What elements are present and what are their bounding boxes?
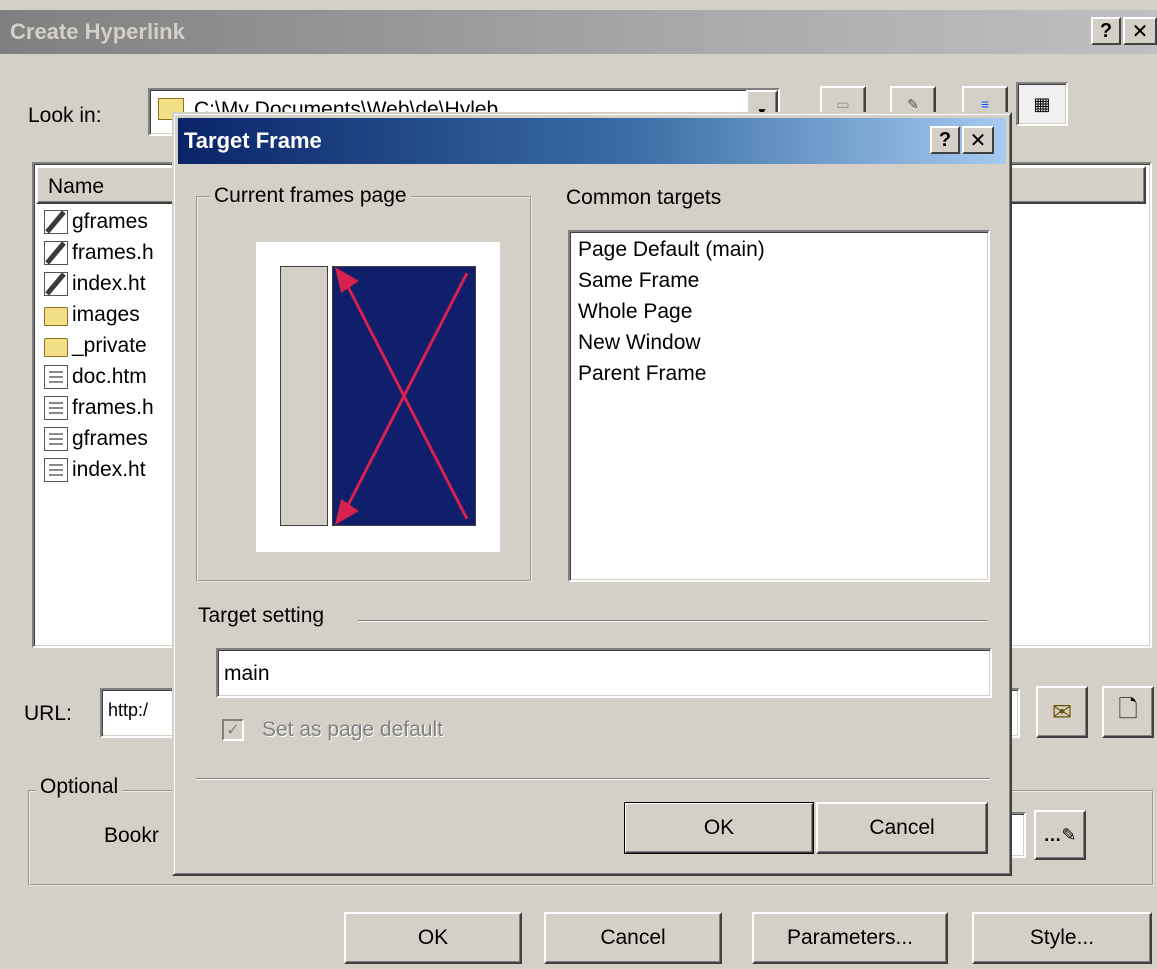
ok-button[interactable]: OK — [344, 912, 522, 964]
ok-button[interactable]: OK — [624, 802, 814, 854]
close-icon[interactable]: ✕ — [962, 126, 994, 154]
frame-left[interactable] — [280, 266, 328, 526]
common-target-item[interactable]: Same Frame — [570, 265, 988, 296]
doc-icon — [44, 426, 68, 451]
folder-icon — [44, 306, 68, 326]
frame-main-selected[interactable] — [332, 266, 476, 526]
target-frame-titlebar[interactable]: Target Frame — [178, 118, 1006, 164]
target-value: main — [224, 662, 270, 685]
target-setting-divider — [358, 620, 988, 622]
common-target-item[interactable]: Page Default (main) — [570, 234, 988, 265]
folder-icon — [44, 337, 68, 357]
frames-preview — [256, 242, 500, 552]
cancel-button[interactable]: Cancel — [816, 802, 988, 854]
help-icon[interactable]: ? — [1091, 17, 1121, 45]
target-frame-dialog: Target Frame ? ✕ Current frames page Com… — [172, 112, 1012, 876]
style-button[interactable]: Style... — [972, 912, 1152, 964]
current-frames-label: Current frames page — [210, 184, 411, 208]
close-icon[interactable]: ✕ — [1123, 17, 1157, 45]
details-view-icon[interactable]: ▦ — [1016, 82, 1068, 126]
set-default-label: Set as page default — [262, 718, 443, 741]
doc-icon — [44, 364, 68, 389]
create-hyperlink-titlebar[interactable]: Create Hyperlink — [0, 10, 1157, 54]
common-targets-label: Common targets — [566, 186, 722, 209]
selected-frame-arrows-icon — [335, 267, 469, 525]
set-default-checkbox[interactable]: ✓ Set as page default — [222, 718, 443, 742]
bookmark-label: Bookr — [104, 824, 159, 847]
common-targets-list[interactable]: Page Default (main) Same Frame Whole Pag… — [568, 230, 990, 582]
bottom-divider — [196, 778, 990, 780]
common-target-item[interactable]: New Window — [570, 327, 988, 358]
url-label: URL: — [24, 702, 72, 725]
email-icon[interactable]: ✉ — [1036, 686, 1088, 738]
parameters-button[interactable]: Parameters... — [752, 912, 948, 964]
doc-icon — [44, 395, 68, 420]
optional-label: Optional — [36, 775, 123, 799]
edit-doc-icon — [44, 271, 68, 296]
common-target-item[interactable]: Parent Frame — [570, 358, 988, 389]
checkbox-icon: ✓ — [222, 719, 244, 741]
create-hyperlink-title: Create Hyperlink — [10, 19, 185, 44]
bookmark-edit-icon[interactable]: …✎ — [1034, 810, 1086, 860]
edit-doc-icon — [44, 209, 68, 234]
target-setting-label: Target setting — [198, 604, 325, 627]
url-value: http:/ — [108, 700, 149, 720]
look-in-label: Look in: — [28, 104, 102, 127]
target-input[interactable]: main — [216, 648, 992, 698]
help-icon[interactable]: ? — [930, 126, 960, 154]
doc-icon — [44, 457, 68, 482]
common-target-item[interactable]: Whole Page — [570, 296, 988, 327]
target-frame-title: Target Frame — [184, 128, 322, 153]
new-page-icon[interactable]: 🗋 — [1102, 686, 1154, 738]
edit-doc-icon — [44, 240, 68, 265]
column-header-label: Name — [48, 175, 105, 198]
cancel-button[interactable]: Cancel — [544, 912, 722, 964]
